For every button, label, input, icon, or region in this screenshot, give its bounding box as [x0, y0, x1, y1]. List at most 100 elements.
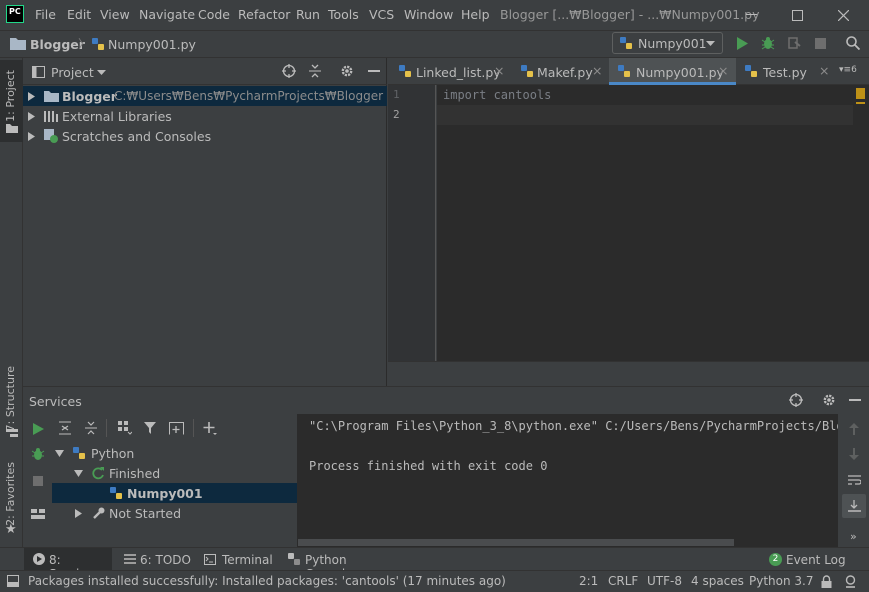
services-settings-button[interactable] [821, 392, 837, 408]
tab-makef[interactable]: Makef.py × [516, 58, 608, 85]
editor-scrollbar[interactable] [853, 85, 869, 361]
expand-arrow-icon[interactable] [27, 111, 35, 121]
services-header [23, 386, 869, 414]
close-tab-icon[interactable]: × [494, 63, 504, 78]
indent-setting[interactable]: 4 spaces [691, 574, 744, 588]
menu-code[interactable]: Code [198, 7, 230, 22]
debug-button[interactable] [760, 35, 776, 51]
layout-button[interactable] [30, 506, 46, 522]
lock-icon[interactable] [819, 574, 833, 588]
tree-item-scratches[interactable]: Scratches and Consoles [23, 126, 387, 146]
tree-item-path: C:₩Users₩Bens₩PycharmProjects₩Blogger [114, 89, 384, 103]
caret-position[interactable]: 2:1 [579, 574, 598, 588]
debug-service-button[interactable] [30, 446, 46, 462]
tab-linked-list[interactable]: Linked_list.py × [392, 58, 514, 85]
tab-python-console[interactable]: Python Console [288, 548, 388, 581]
crosshair-icon [282, 64, 296, 78]
stop-service-button[interactable] [30, 473, 46, 489]
hide-panel-button[interactable] [366, 63, 382, 79]
project-tool-tab[interactable]: 1: Project [0, 60, 23, 142]
tree-item-label: Blogger [62, 89, 117, 104]
tab-event-log[interactable]: 2 Event Log [768, 548, 868, 570]
menu-navigate[interactable]: Navigate [139, 7, 195, 22]
inspector-icon[interactable] [843, 574, 857, 588]
collapse-all-button[interactable] [307, 63, 323, 79]
group-by-button[interactable] [117, 420, 133, 436]
menu-help[interactable]: Help [461, 7, 490, 22]
menu-window[interactable]: Window [404, 7, 453, 22]
menu-tools[interactable]: Tools [328, 7, 359, 22]
code-editor[interactable] [437, 85, 853, 361]
show-tool-windows-icon[interactable] [6, 574, 20, 588]
soft-wrap-button[interactable] [846, 472, 862, 488]
inspection-warning-icon[interactable] [856, 88, 865, 99]
expanded-arrow-icon[interactable] [73, 469, 83, 477]
tab-todo[interactable]: 6: TODO [124, 548, 194, 570]
locate-button[interactable] [788, 392, 804, 408]
project-panel-title[interactable]: Project [51, 65, 94, 80]
run-service-button[interactable] [30, 421, 46, 437]
status-message[interactable]: Packages installed successfully: Install… [28, 574, 506, 588]
maximize-button[interactable] [774, 0, 820, 30]
locate-file-button[interactable] [281, 63, 297, 79]
service-node-python[interactable]: Python [50, 443, 298, 463]
maximize-icon [791, 9, 803, 21]
run-console[interactable]: "C:\Program Files\Python_3_8\python.exe"… [298, 414, 838, 547]
expand-arrow-icon[interactable] [27, 131, 35, 141]
service-node-label: Not Started [109, 506, 182, 521]
run-button[interactable] [734, 35, 750, 51]
tree-item-external-libraries[interactable]: External Libraries [23, 106, 387, 126]
tab-terminal[interactable]: Terminal [204, 548, 278, 570]
favorites-tool-tab[interactable]: 2: Favorites ★ [0, 458, 23, 540]
menu-edit[interactable]: Edit [67, 7, 91, 22]
event-log-badge: 2 [769, 553, 782, 566]
close-tab-icon[interactable]: × [819, 63, 829, 78]
file-encoding[interactable]: UTF-8 [647, 574, 682, 588]
close-window-button[interactable] [820, 0, 866, 30]
collapse-all-button[interactable] [83, 420, 99, 436]
tree-item-blogger[interactable]: Blogger C:₩Users₩Bens₩PycharmProjects₩Bl… [23, 86, 387, 106]
tab-test[interactable]: Test.py × [740, 58, 836, 85]
settings-button[interactable] [339, 63, 355, 79]
breadcrumb-file[interactable]: Numpy001.py [108, 37, 196, 52]
scroll-to-end-button[interactable] [842, 494, 866, 518]
minimize-button[interactable] [728, 0, 774, 30]
structure-tool-tab[interactable]: 7: Structure [0, 362, 23, 440]
expanded-arrow-icon[interactable] [54, 449, 64, 457]
scroll-up-button[interactable] [846, 421, 862, 437]
run-configuration-select[interactable]: Numpy001 [612, 32, 723, 54]
close-tab-icon[interactable]: × [718, 63, 728, 78]
add-service-button[interactable] [202, 420, 218, 436]
chevron-down-icon[interactable] [96, 68, 106, 76]
tab-numpy001[interactable]: Numpy001.py × [609, 58, 736, 85]
more-actions-icon[interactable]: » [850, 530, 857, 543]
search-everywhere-button[interactable] [844, 35, 862, 51]
filter-button[interactable] [143, 420, 159, 436]
coverage-button[interactable] [786, 35, 802, 51]
breadcrumb-project[interactable]: Blogger [30, 37, 85, 52]
python-interpreter[interactable]: Python 3.7 [749, 574, 814, 588]
new-tab-button[interactable] [168, 420, 184, 436]
code-line[interactable]: import cantools [443, 88, 551, 102]
line-separator[interactable]: CRLF [608, 574, 638, 588]
tab-services[interactable]: 8: Services [24, 548, 112, 581]
expand-all-button[interactable] [57, 420, 73, 436]
console-horizontal-scrollbar[interactable] [298, 539, 734, 546]
tab-overflow-button[interactable]: ▾≡6 [839, 65, 857, 75]
expand-arrow-icon[interactable] [73, 508, 83, 518]
expand-arrow-icon[interactable] [27, 91, 35, 101]
stop-button[interactable] [812, 35, 828, 51]
menu-view[interactable]: View [100, 7, 130, 22]
menu-refactor[interactable]: Refactor [238, 7, 290, 22]
warning-stripe-marker[interactable] [856, 102, 865, 104]
service-node-not-started[interactable]: Not Started [50, 503, 298, 523]
menu-vcs[interactable]: VCS [369, 7, 394, 22]
menu-run[interactable]: Run [296, 7, 320, 22]
service-node-finished[interactable]: Finished [50, 463, 298, 483]
service-node-label: Finished [109, 466, 161, 481]
scroll-down-button[interactable] [846, 446, 862, 462]
menu-file[interactable]: File [35, 7, 56, 22]
hide-services-button[interactable] [847, 392, 863, 408]
close-tab-icon[interactable]: × [592, 63, 602, 78]
service-node-numpy001[interactable]: Numpy001 [52, 483, 297, 503]
